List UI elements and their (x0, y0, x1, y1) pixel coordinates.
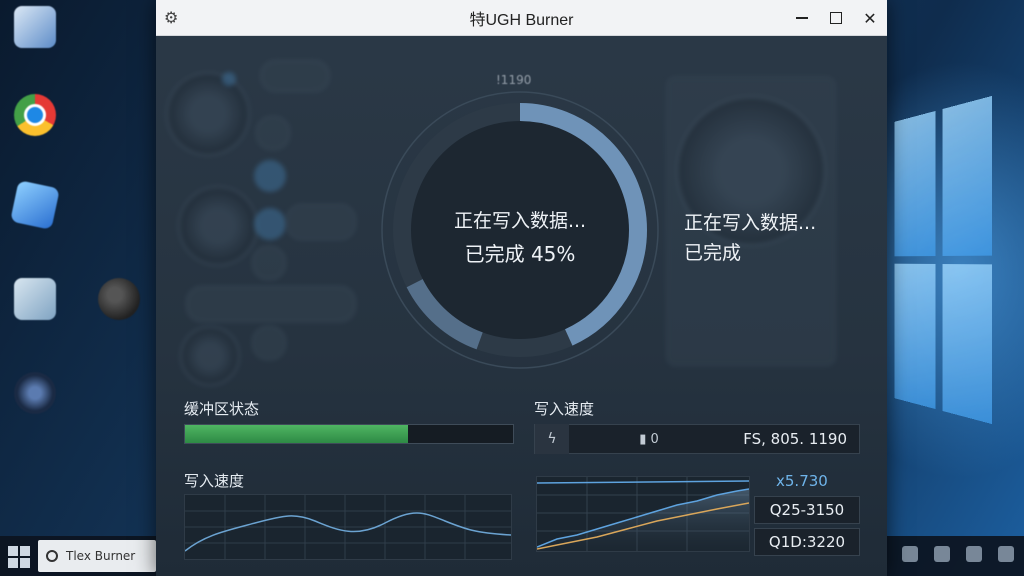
throughput-chart (536, 476, 750, 552)
background-pill (252, 246, 286, 280)
cube-icon (10, 180, 60, 230)
windows-logo (894, 95, 993, 425)
desktop-icon-cube[interactable] (8, 180, 62, 230)
document-icon (14, 6, 56, 48)
minimize-button[interactable] (785, 0, 819, 36)
close-icon: ✕ (863, 8, 877, 28)
background-dial (166, 72, 250, 156)
system-tray (902, 546, 1014, 562)
app-window: ⚙ 特UGH Burner ✕ !1190 正在写入数据... 已完成 45% … (156, 0, 887, 576)
disc-icon (14, 372, 56, 414)
background-dot (222, 72, 236, 86)
buffer-label: 缓冲区状态 (184, 400, 260, 418)
title-bar[interactable]: ⚙ 特UGH Burner ✕ (156, 0, 887, 36)
desktop-icon-document[interactable] (8, 6, 62, 48)
stat-accent-value: x5.730 (776, 472, 828, 490)
speed-chart-line (185, 512, 511, 552)
lightning-icon[interactable]: ϟ (535, 424, 569, 454)
close-button[interactable]: ✕ (853, 0, 887, 36)
desktop-icon-chrome[interactable] (8, 94, 62, 136)
progress-ring: 正在写入数据... 已完成 45% (378, 88, 662, 372)
desktop-icon-red[interactable] (92, 278, 146, 320)
speed-chart-svg (185, 495, 511, 559)
tray-icon[interactable] (902, 546, 918, 562)
background-pill (252, 326, 286, 360)
play-icon (14, 278, 56, 320)
background-pill (186, 286, 356, 322)
stat-box-1: Q25-3150 (754, 496, 860, 524)
speed-label: 写入速度 (534, 400, 595, 418)
side-status-line2: 已完成 (684, 242, 742, 264)
ring-top-label: !1190 (496, 73, 532, 87)
app-content: !1190 正在写入数据... 已完成 45% 正在写入数据... 已完成 缓冲… (156, 36, 887, 576)
speed-mid-text: ▮ 0 (639, 431, 659, 447)
tray-icon[interactable] (966, 546, 982, 562)
throughput-line-top (537, 480, 749, 484)
desktop-icon-media[interactable] (8, 278, 62, 320)
minimize-icon (796, 17, 808, 19)
gear-icon: ⚙ (164, 8, 179, 27)
background-pill (286, 204, 356, 240)
speed-value: FS, 805. 1190 (743, 430, 847, 448)
maximize-button[interactable] (819, 0, 853, 36)
search-icon (46, 550, 58, 562)
background-dot (254, 160, 286, 192)
ring-status-text: 正在写入数据... (453, 210, 587, 232)
throughput-area (537, 489, 749, 551)
background-dial (178, 186, 258, 266)
speed-box: ϟ ▮ 0 FS, 805. 1190 (534, 424, 860, 454)
background-dial (180, 326, 240, 386)
stat-box-2: Q1D:3220 (754, 528, 860, 556)
background-pill (260, 60, 330, 92)
start-button[interactable] (8, 546, 30, 568)
tray-icon[interactable] (998, 546, 1014, 562)
throughput-chart-svg (537, 477, 749, 551)
desktop-icon-disc[interactable] (8, 372, 62, 414)
speed-chart (184, 494, 512, 560)
taskbar-search[interactable]: Tlex Burner (38, 540, 156, 572)
app-icon (98, 278, 140, 320)
window-controls: ✕ (785, 0, 887, 36)
buffer-bar (184, 424, 514, 444)
chrome-icon (14, 94, 56, 136)
ring-percent-text: 已完成 45% (464, 242, 576, 266)
maximize-icon (830, 12, 842, 24)
speed-chart-label: 写入速度 (184, 472, 245, 490)
taskbar-search-text: Tlex Burner (66, 549, 136, 563)
background-dot (254, 208, 286, 240)
window-title: 特UGH Burner (469, 11, 574, 29)
side-status-line1: 正在写入数据... (684, 212, 817, 234)
tray-icon[interactable] (934, 546, 950, 562)
buffer-fill (185, 425, 409, 443)
background-pill (256, 116, 290, 150)
